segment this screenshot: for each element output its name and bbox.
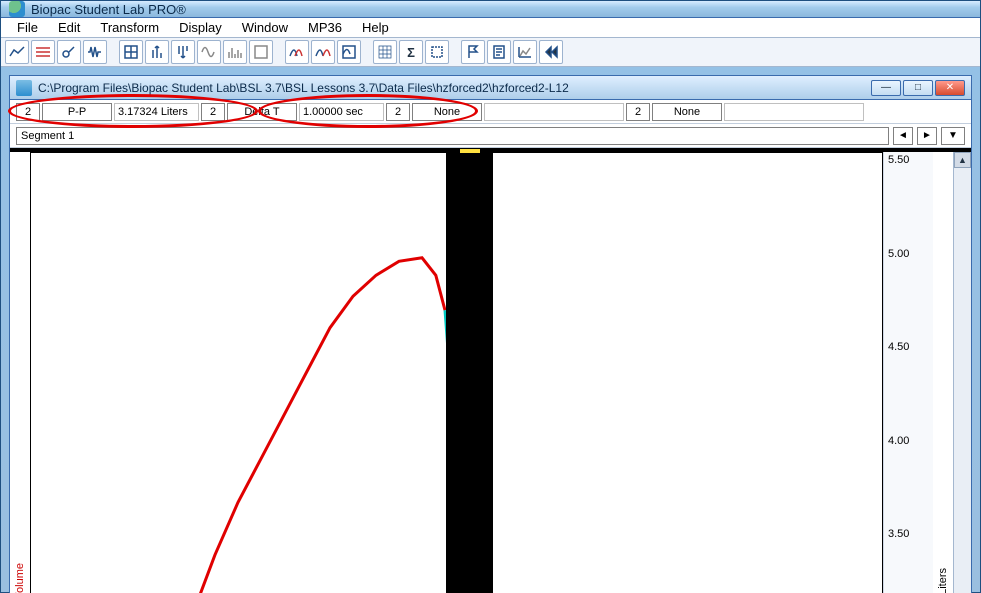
chart-area-icon[interactable] xyxy=(513,40,537,64)
y-tick: 3.50 xyxy=(888,528,929,540)
y-axis-label-right: Liters xyxy=(933,152,953,593)
rewind-icon[interactable] xyxy=(539,40,563,64)
meas2-value xyxy=(484,103,624,121)
overlap-a-icon[interactable] xyxy=(285,40,309,64)
meas2-channel[interactable]: 2 xyxy=(386,103,410,121)
y-tick: 4.00 xyxy=(888,435,929,447)
window-title: Biopac Student Lab PRO® xyxy=(31,2,186,17)
scroll-up-button[interactable]: ▲ xyxy=(954,152,971,168)
meas1-value: 1.00000 sec xyxy=(299,103,384,121)
histogram-icon[interactable] xyxy=(223,40,247,64)
sine-chart-icon[interactable] xyxy=(197,40,221,64)
xy-mode-icon[interactable] xyxy=(57,40,81,64)
selection-band[interactable] xyxy=(446,153,493,593)
segment-next-button[interactable]: ► xyxy=(917,127,937,145)
y-tick: 4.50 xyxy=(888,341,929,353)
segment-prev-button[interactable]: ◄ xyxy=(893,127,913,145)
menubar: File Edit Transform Display Window MP36 … xyxy=(1,18,980,38)
menu-transform[interactable]: Transform xyxy=(90,18,169,37)
titlebar[interactable]: Biopac Student Lab PRO® xyxy=(1,1,980,18)
chart-box-icon[interactable] xyxy=(249,40,273,64)
overlap-b-icon[interactable] xyxy=(311,40,335,64)
document-area: C:\Program Files\Biopac Student Lab\BSL … xyxy=(1,67,980,593)
menu-window[interactable]: Window xyxy=(232,18,298,37)
y-axis-label-left: Volume xyxy=(10,152,30,593)
meas3-value xyxy=(724,103,864,121)
meas3-channel[interactable]: 2 xyxy=(626,103,650,121)
doc-minimize-button[interactable]: — xyxy=(871,80,901,96)
measurement-row: 2 P-P 3.17324 Liters 2 Delta T 1.00000 s… xyxy=(10,100,971,124)
segment-label[interactable]: Segment 1 xyxy=(16,127,889,145)
app-window: Biopac Student Lab PRO® File Edit Transf… xyxy=(0,0,981,593)
chart-canvas[interactable] xyxy=(30,152,883,593)
toolbar: Σ xyxy=(1,38,980,67)
document-icon xyxy=(16,80,32,96)
vertical-scrollbar[interactable]: ▲ ▼ xyxy=(953,152,971,593)
stacked-lines-icon[interactable] xyxy=(31,40,55,64)
journal-icon[interactable] xyxy=(487,40,511,64)
plot-area: Volume 5.505.004.504.003.503.002.502.001… xyxy=(10,148,971,593)
document-path: C:\Program Files\Biopac Student Lab\BSL … xyxy=(38,81,871,95)
segment-dropdown-button[interactable]: ▼ xyxy=(941,127,965,145)
meas1-func[interactable]: Delta T xyxy=(227,103,297,121)
meas3-func[interactable]: None xyxy=(652,103,722,121)
bar-down-icon[interactable] xyxy=(171,40,195,64)
meas0-channel[interactable]: 2 xyxy=(16,103,40,121)
series-line xyxy=(31,258,445,593)
meas1-channel[interactable]: 2 xyxy=(201,103,225,121)
app-logo-icon xyxy=(9,1,25,17)
flag-icon[interactable] xyxy=(461,40,485,64)
autoscale-icon[interactable] xyxy=(119,40,143,64)
grid-icon[interactable] xyxy=(373,40,397,64)
y-tick: 5.00 xyxy=(888,248,929,260)
sigma-icon[interactable]: Σ xyxy=(399,40,423,64)
meas0-value: 3.17324 Liters xyxy=(114,103,199,121)
selection-icon[interactable] xyxy=(425,40,449,64)
menu-help[interactable]: Help xyxy=(352,18,399,37)
bar-up-icon[interactable] xyxy=(145,40,169,64)
document-window: C:\Program Files\Biopac Student Lab\BSL … xyxy=(9,75,972,593)
meas2-func[interactable]: None xyxy=(412,103,482,121)
segment-row: Segment 1 ◄ ► ▼ xyxy=(10,124,971,148)
selection-handle-icon[interactable] xyxy=(460,149,480,153)
waveform-icon[interactable] xyxy=(83,40,107,64)
overlap-c-icon[interactable] xyxy=(337,40,361,64)
menu-display[interactable]: Display xyxy=(169,18,232,37)
y-scale[interactable]: 5.505.004.504.003.503.002.502.001.501.00 xyxy=(883,152,933,593)
document-titlebar[interactable]: C:\Program Files\Biopac Student Lab\BSL … xyxy=(10,76,971,100)
menu-mp36[interactable]: MP36 xyxy=(298,18,352,37)
meas0-func[interactable]: P-P xyxy=(42,103,112,121)
menu-edit[interactable]: Edit xyxy=(48,18,90,37)
y-tick: 5.50 xyxy=(888,154,929,166)
doc-maximize-button[interactable]: □ xyxy=(903,80,933,96)
line-graph-icon[interactable] xyxy=(5,40,29,64)
menu-file[interactable]: File xyxy=(7,18,48,37)
doc-close-button[interactable]: ✕ xyxy=(935,80,965,96)
